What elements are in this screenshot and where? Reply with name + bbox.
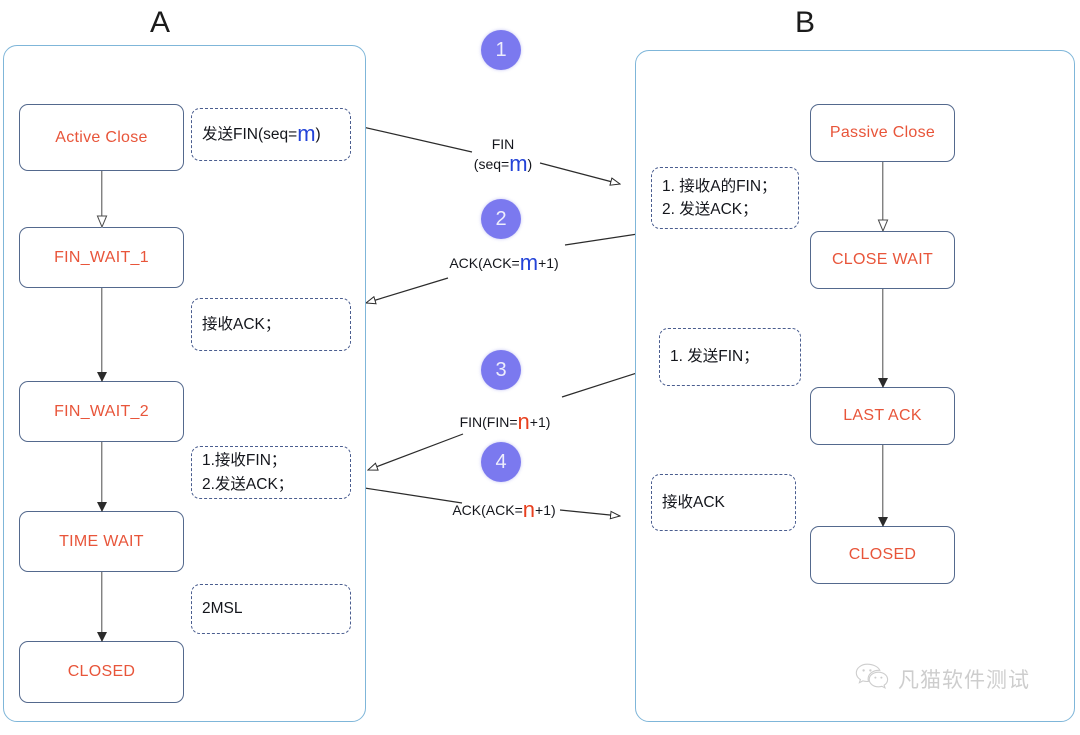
arrow-fin-wait-1-to-fin-wait-2 — [96, 288, 108, 382]
wechat-icon — [855, 663, 889, 694]
state-label: FIN_WAIT_1 — [54, 248, 149, 266]
state-closed-b[interactable]: CLOSED — [810, 526, 955, 584]
note-line: 发送FIN(seq=m) — [202, 120, 321, 146]
state-label: Active Close — [55, 128, 148, 146]
step-number: 2 — [495, 207, 507, 230]
panel-title-b: B — [795, 6, 816, 39]
token-n: n — [522, 497, 536, 522]
state-active-close[interactable]: Active Close — [19, 104, 184, 171]
arrow-passive-close-to-close-wait — [877, 162, 889, 231]
state-label: FIN_WAIT_2 — [54, 402, 149, 420]
diagram-canvas: A B Active Close FIN_WAIT_1 FIN_WAIT_2 T… — [0, 0, 1080, 735]
note-send-fin-b: 1. 发送FIN； — [659, 328, 801, 386]
state-closed-a[interactable]: CLOSED — [19, 641, 184, 703]
step-number: 4 — [495, 450, 507, 473]
arrow-active-close-to-fin-wait-1 — [96, 171, 108, 228]
note-recv-ack-a: 接收ACK； — [191, 298, 351, 351]
message-line-2: (seq=m) — [473, 151, 533, 177]
state-fin-wait-2[interactable]: FIN_WAIT_2 — [19, 381, 184, 442]
note-line: 2MSL — [202, 600, 243, 618]
token-n: n — [517, 409, 530, 434]
message-line-2: FIN(FIN=n+1) — [459, 409, 551, 434]
state-label: TIME WAIT — [59, 532, 144, 550]
note-line: 2. 发送ACK； — [662, 201, 758, 218]
message-label-2: ACK(ACK=m+1) — [440, 250, 568, 275]
state-label: CLOSED — [67, 663, 136, 680]
note-recv-ack-b: 接收ACK — [651, 474, 796, 531]
state-close-wait[interactable]: CLOSE WAIT — [810, 231, 955, 289]
note-recv-fin-send-ack-b: 1. 接收A的FIN； 2. 发送ACK； — [651, 167, 799, 229]
state-label: CLOSED — [848, 546, 917, 563]
step-badge-3[interactable]: 3 — [481, 350, 521, 390]
message-label-1: FIN (seq=m) — [443, 134, 563, 175]
watermark: 凡猫软件测试 — [855, 663, 1030, 694]
note-line: 2.发送ACK； — [202, 475, 294, 493]
state-label: Passive Close — [829, 124, 936, 141]
state-last-ack[interactable]: LAST ACK — [810, 387, 955, 445]
arrow-time-wait-to-closed — [96, 572, 108, 642]
note-recv-fin-send-ack-a: 1.接收FIN； 2.发送ACK； — [191, 446, 351, 499]
watermark-text: 凡猫软件测试 — [898, 668, 1030, 692]
note-line: 接收ACK； — [202, 315, 281, 333]
note-send-fin-a: 发送FIN(seq=m) — [191, 108, 351, 161]
message-line-1: FIN — [491, 136, 515, 152]
state-label: LAST ACK — [843, 407, 922, 424]
step-number: 3 — [495, 358, 507, 381]
token-m: m — [509, 151, 528, 177]
token-m: m — [297, 120, 316, 146]
panel-title-a: A — [150, 6, 171, 39]
token-m: m — [519, 250, 539, 275]
arrow-close-wait-to-last-ack — [877, 289, 889, 388]
state-passive-close[interactable]: Passive Close — [810, 104, 955, 162]
note-line: 接收ACK — [662, 493, 725, 511]
state-label: CLOSE WAIT — [831, 251, 934, 268]
message-line-2: ACK(ACK=m+1) — [449, 250, 559, 275]
note-line: 1.接收FIN； — [202, 452, 287, 470]
state-fin-wait-1[interactable]: FIN_WAIT_1 — [19, 227, 184, 288]
step-badge-2[interactable]: 2 — [481, 199, 521, 239]
arrow-fin-wait-2-to-time-wait — [96, 442, 108, 512]
message-line-2: ACK(ACK=n+1) — [452, 497, 556, 522]
state-time-wait[interactable]: TIME WAIT — [19, 511, 184, 572]
note-2msl-a: 2MSL — [191, 584, 351, 634]
step-badge-1[interactable]: 1 — [481, 30, 521, 70]
step-number: 1 — [495, 38, 507, 61]
step-badge-4[interactable]: 4 — [481, 442, 521, 482]
note-line: 1. 发送FIN； — [670, 348, 759, 366]
note-line: 1. 接收A的FIN； — [662, 177, 777, 195]
message-label-3: FIN(FIN=n+1) — [447, 409, 563, 434]
message-label-4: ACK(ACK=n+1) — [440, 497, 568, 522]
arrow-last-ack-to-closed — [877, 445, 889, 527]
